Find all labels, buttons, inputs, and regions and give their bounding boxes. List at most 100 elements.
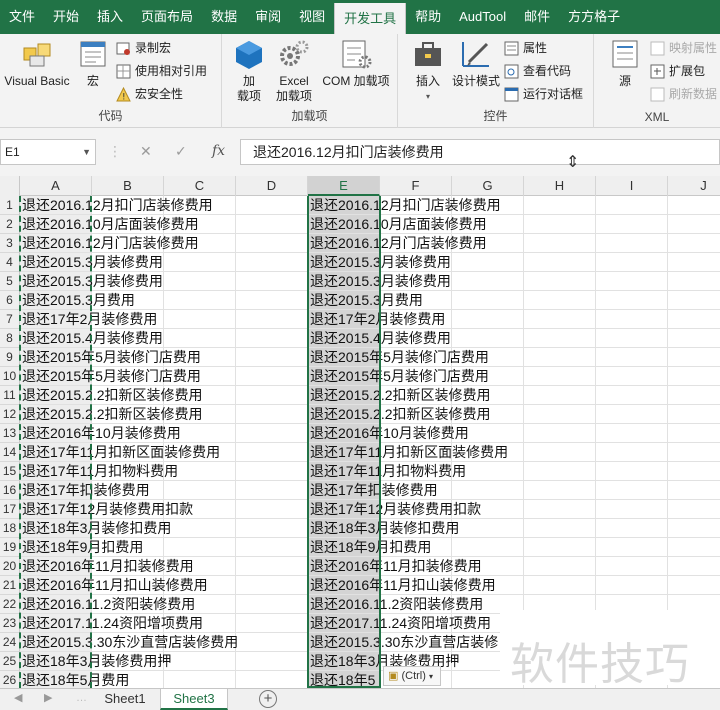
ribbon-tab[interactable]: 视图 [290,3,334,31]
row-header[interactable]: 8 [0,329,20,348]
grid-cell[interactable] [668,538,720,557]
grid-cell[interactable] [524,367,596,386]
grid-cell[interactable] [668,462,720,481]
grid-cell[interactable] [236,215,308,234]
grid-cell[interactable] [164,671,236,688]
grid-cell[interactable] [668,367,720,386]
macro-security-button[interactable]: ! 宏安全性 [116,84,183,104]
row-header[interactable]: 15 [0,462,20,481]
row-header[interactable]: 26 [0,671,20,688]
grid-cell[interactable] [236,386,308,405]
ribbon-tab[interactable]: 插入 [88,3,132,31]
sheet-tab-sheet1[interactable]: Sheet1 [92,689,158,710]
row-header[interactable]: 1 [0,196,20,215]
scroll-right-icon[interactable]: ▶ [44,691,52,704]
grid-cell[interactable] [596,481,668,500]
grid-cell[interactable] [452,481,524,500]
ribbon-tab[interactable]: 数据 [202,3,246,31]
row-header[interactable]: 20 [0,557,20,576]
grid-cell[interactable] [524,348,596,367]
grid-cell[interactable] [236,519,308,538]
grid-cell[interactable] [236,196,308,215]
grid-cell[interactable] [452,329,524,348]
grid-cell[interactable] [596,329,668,348]
column-header[interactable]: C [164,176,236,196]
grid-cell[interactable] [236,310,308,329]
grid-cell[interactable] [596,272,668,291]
row-header[interactable]: 18 [0,519,20,538]
ribbon-tab[interactable]: 审阅 [246,3,290,31]
insert-control-button[interactable]: 插入 ▾ [408,38,448,104]
map-properties-button[interactable]: 映射属性 [650,38,717,58]
enter-icon[interactable]: ✓ [175,143,187,160]
addins-button[interactable]: 加 载项 [232,38,266,104]
grid-cell[interactable] [236,557,308,576]
grid-cell[interactable] [236,595,308,614]
grid-cell[interactable] [524,215,596,234]
ribbon-tab[interactable]: AudTool [450,3,515,31]
grid-cell[interactable] [164,538,236,557]
row-header[interactable]: 10 [0,367,20,386]
grid-cell[interactable] [164,272,236,291]
select-all-corner[interactable] [0,176,20,196]
grid-cell[interactable] [236,633,308,652]
grid-cell[interactable] [596,310,668,329]
grid-cell[interactable] [524,329,596,348]
grid-cell[interactable] [236,481,308,500]
grid-cell[interactable] [596,386,668,405]
ribbon-tab[interactable]: 邮件 [515,3,559,31]
grid-cell[interactable] [668,196,720,215]
grid-cell[interactable] [524,291,596,310]
grid-cell[interactable] [236,576,308,595]
row-header[interactable]: 13 [0,424,20,443]
grid-cell[interactable] [596,500,668,519]
grid-cell[interactable] [668,253,720,272]
refresh-data-button[interactable]: 刷新数据 [650,84,717,104]
run-dialog-button[interactable]: 运行对话框 [504,84,583,104]
grid-cell[interactable] [236,291,308,310]
formula-input[interactable]: 退还2016.12月扣门店装修费用 [240,139,720,165]
grid-cell[interactable] [164,329,236,348]
paste-options-button[interactable]: ▣ (Ctrl) ▾ [383,666,441,686]
grid-cell[interactable] [236,462,308,481]
grid-cell[interactable] [524,272,596,291]
grid-cell[interactable] [236,253,308,272]
grid-cell[interactable] [668,386,720,405]
row-header[interactable]: 5 [0,272,20,291]
column-header[interactable]: B [92,176,164,196]
grid-cell[interactable] [668,424,720,443]
grid-cell[interactable] [236,348,308,367]
row-header[interactable]: 19 [0,538,20,557]
grid-cell[interactable] [524,462,596,481]
grid-cell[interactable] [236,367,308,386]
row-header[interactable]: 9 [0,348,20,367]
grid-cell[interactable] [524,196,596,215]
grid-cell[interactable] [668,481,720,500]
grid-cell[interactable] [668,215,720,234]
row-header[interactable]: 11 [0,386,20,405]
column-header[interactable]: F [380,176,452,196]
cancel-icon[interactable]: ✕ [140,143,152,160]
grid-cell[interactable] [524,310,596,329]
grid-cell[interactable] [236,329,308,348]
grid-cell[interactable] [164,519,236,538]
column-header[interactable]: H [524,176,596,196]
row-header[interactable]: 16 [0,481,20,500]
grid-cell[interactable] [236,272,308,291]
grid-cell[interactable] [236,405,308,424]
grid-cell[interactable] [596,196,668,215]
scroll-left-icon[interactable]: ◀ [14,691,22,704]
grid-cell[interactable] [236,234,308,253]
grid-cell[interactable] [596,348,668,367]
grid-cell[interactable] [452,519,524,538]
grid-cell[interactable] [524,500,596,519]
row-header[interactable]: 3 [0,234,20,253]
grid-cell[interactable] [596,538,668,557]
column-header[interactable]: I [596,176,668,196]
column-header[interactable]: E [308,176,380,196]
grid-cell[interactable] [524,519,596,538]
row-header[interactable]: 22 [0,595,20,614]
grid-cell[interactable] [668,310,720,329]
column-header[interactable]: G [452,176,524,196]
row-header[interactable]: 21 [0,576,20,595]
